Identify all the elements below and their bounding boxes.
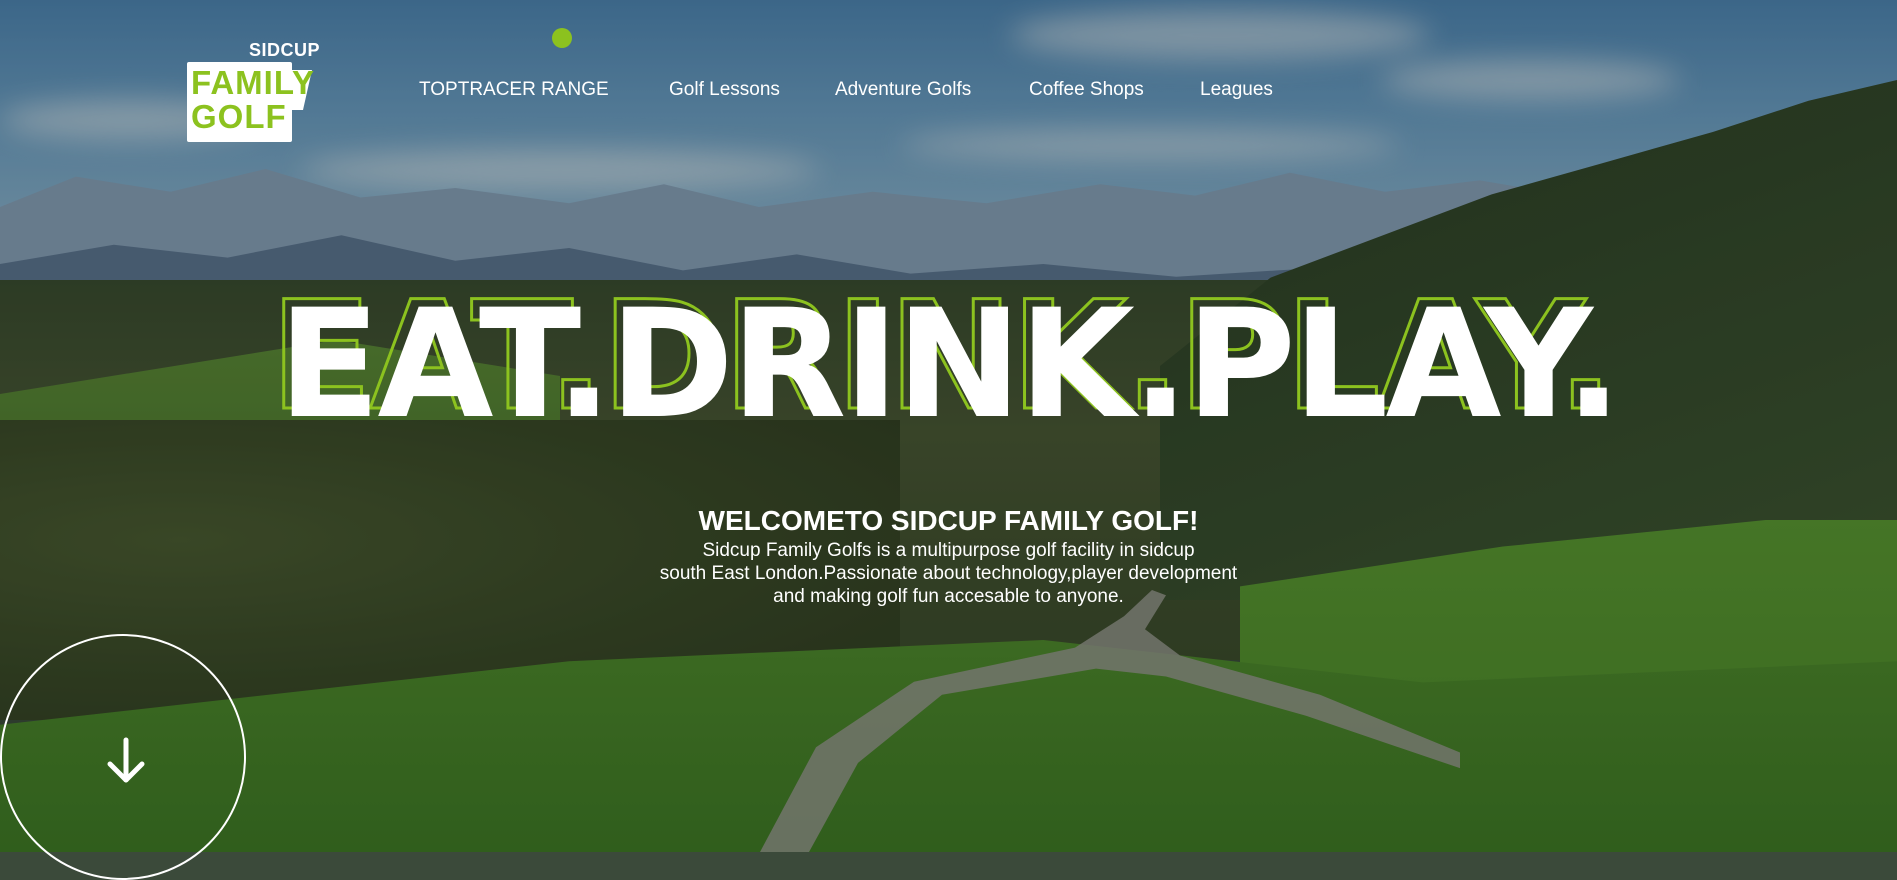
accent-dot <box>552 28 572 48</box>
logo-line-golf: GOLF <box>191 98 287 135</box>
nav-item-coffee-shops[interactable]: Coffee Shops <box>1029 79 1144 101</box>
nav-item-adventure-golfs[interactable]: Adventure Golfs <box>835 79 971 101</box>
logo-top-text: SIDCUP <box>248 40 320 60</box>
description-line: Sidcup Family Golfs is a multipurpose go… <box>702 540 1195 561</box>
description-line: and making golf fun accesable to anyone. <box>773 586 1124 607</box>
hero-description: Sidcup Family Golfs is a multipurpose go… <box>600 539 1297 608</box>
welcome-heading: WELCOMETO SIDCUP FAMILY GOLF! <box>698 505 1199 536</box>
hero-title: EAT.DRINK.PLAY. EAT.DRINK.PLAY. <box>0 278 1897 452</box>
description-line: south East London.Passionate about techn… <box>659 563 1238 584</box>
nav-item-leagues[interactable]: Leagues <box>1200 79 1273 101</box>
nav-item-golf-lessons[interactable]: Golf Lessons <box>669 79 780 101</box>
hero-title-text: EAT.DRINK.PLAY. <box>277 278 1622 452</box>
arrow-down-icon <box>107 737 145 783</box>
main-nav: TOPTRACER RANGE Golf Lessons Adventure G… <box>0 79 1897 103</box>
scroll-down-button[interactable] <box>0 634 246 880</box>
nav-item-toptracer-range[interactable]: TOPTRACER RANGE <box>419 79 609 101</box>
